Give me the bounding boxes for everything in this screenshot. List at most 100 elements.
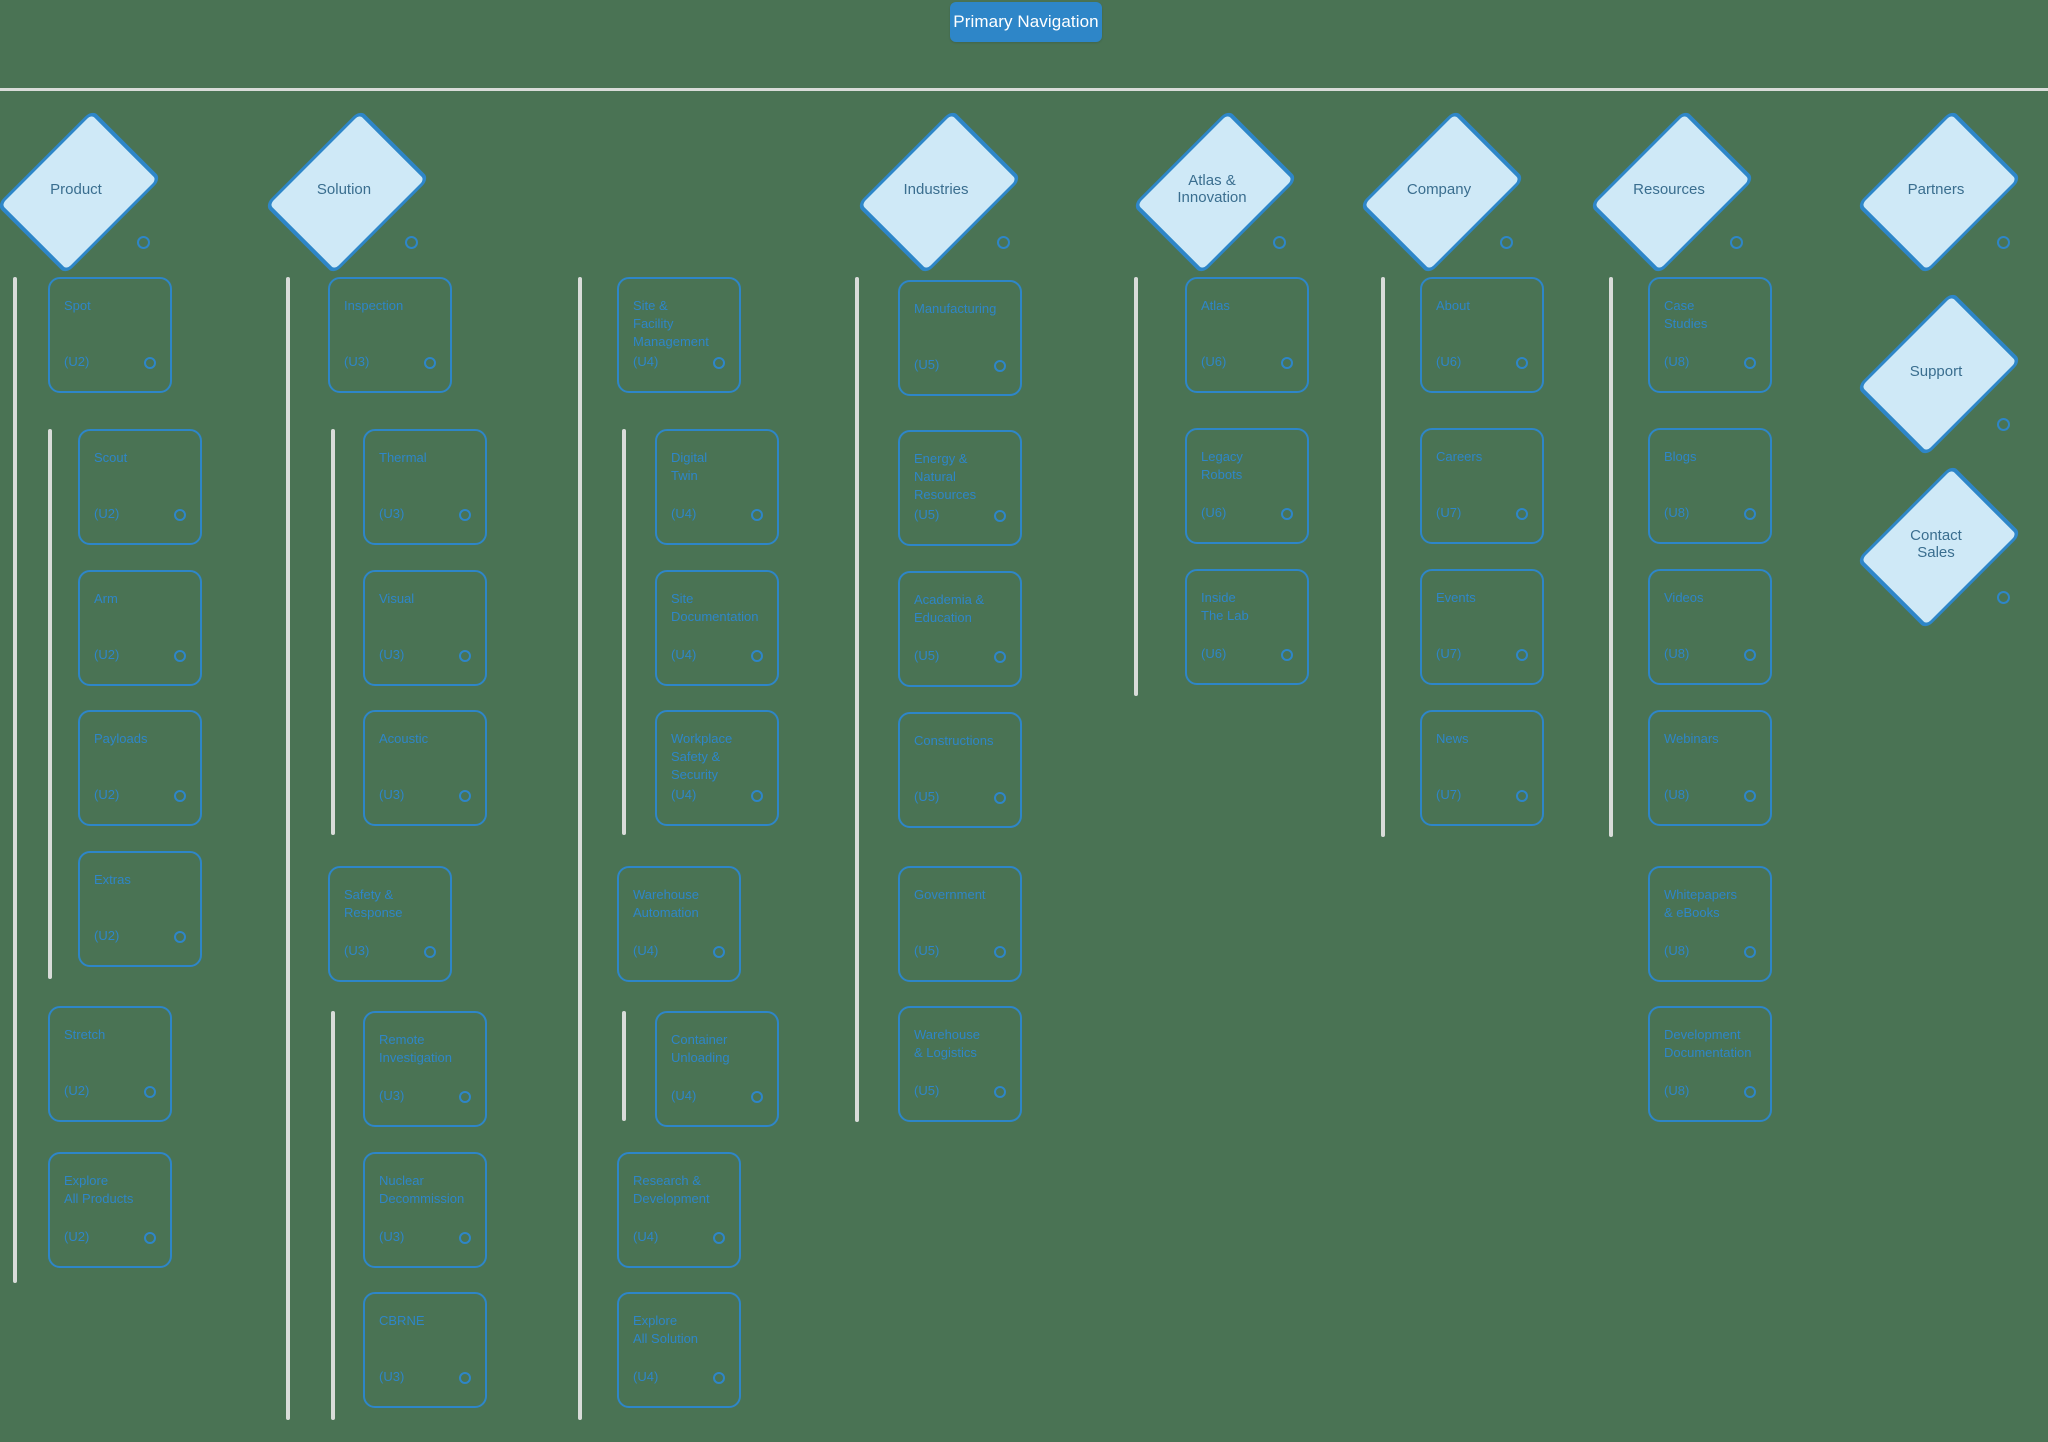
sitemap-card-visual[interactable]: Visual (U3) [363, 570, 487, 686]
sitemap-card-cbrne[interactable]: CBRNE (U3) [363, 1292, 487, 1408]
card-handle-circle-icon[interactable] [751, 1091, 763, 1103]
card-handle-circle-icon[interactable] [994, 792, 1006, 804]
sitemap-card-about[interactable]: About (U6) [1420, 277, 1544, 393]
card-handle-circle-icon[interactable] [1281, 508, 1293, 520]
card-handle-circle-icon[interactable] [459, 1372, 471, 1384]
sitemap-card-scout[interactable]: Scout (U2) [78, 429, 202, 545]
sitemap-card-workplace-safety[interactable]: Workplace Safety & Security (U4) [655, 710, 779, 826]
card-handle-circle-icon[interactable] [144, 1086, 156, 1098]
card-handle-circle-icon[interactable] [713, 946, 725, 958]
card-handle-circle-icon[interactable] [1516, 649, 1528, 661]
card-handle-circle-icon[interactable] [459, 790, 471, 802]
card-handle-circle-icon[interactable] [994, 510, 1006, 522]
card-handle-circle-icon[interactable] [144, 357, 156, 369]
sitemap-card-warehouse-auto[interactable]: Warehouse Automation (U4) [617, 866, 741, 982]
sitemap-card-academia-edu[interactable]: Academia & Education (U5) [898, 571, 1022, 687]
card-handle-circle-icon[interactable] [459, 1232, 471, 1244]
sitemap-card-nuclear-decom[interactable]: Nuclear Decommission (U3) [363, 1152, 487, 1268]
sitemap-card-whitepapers[interactable]: Whitepapers & eBooks (U8) [1648, 866, 1772, 982]
node-handle-circle-icon[interactable] [1273, 236, 1286, 249]
sitemap-card-energy-natural[interactable]: Energy & Natural Resources (U5) [898, 430, 1022, 546]
sitemap-card-spot[interactable]: Spot (U2) [48, 277, 172, 393]
nav-diamond-industries[interactable]: Industries [856, 109, 1022, 275]
card-handle-circle-icon[interactable] [1744, 649, 1756, 661]
card-handle-circle-icon[interactable] [713, 1372, 725, 1384]
nav-diamond-product[interactable]: Product [0, 109, 162, 275]
card-handle-circle-icon[interactable] [1744, 508, 1756, 520]
sitemap-card-careers[interactable]: Careers (U7) [1420, 428, 1544, 544]
sitemap-card-thermal[interactable]: Thermal (U3) [363, 429, 487, 545]
card-handle-circle-icon[interactable] [174, 931, 186, 943]
node-handle-circle-icon[interactable] [1997, 418, 2010, 431]
node-handle-circle-icon[interactable] [405, 236, 418, 249]
primary-navigation-chip[interactable]: Primary Navigation [950, 2, 1102, 42]
card-handle-circle-icon[interactable] [459, 1091, 471, 1103]
sitemap-card-explore-products[interactable]: Explore All Products (U2) [48, 1152, 172, 1268]
sitemap-card-constructions[interactable]: Constructions (U5) [898, 712, 1022, 828]
nav-diamond-solution[interactable]: Solution [264, 109, 430, 275]
card-handle-circle-icon[interactable] [1516, 790, 1528, 802]
sitemap-card-explore-solution[interactable]: Explore All Solution (U4) [617, 1292, 741, 1408]
nav-diamond-contactsales[interactable]: Contact Sales [1856, 464, 2022, 630]
card-handle-circle-icon[interactable] [1744, 946, 1756, 958]
sitemap-card-inspection[interactable]: Inspection (U3) [328, 277, 452, 393]
card-handle-circle-icon[interactable] [751, 790, 763, 802]
sitemap-card-manufacturing[interactable]: Manufacturing (U5) [898, 280, 1022, 396]
card-handle-circle-icon[interactable] [994, 946, 1006, 958]
card-handle-circle-icon[interactable] [1744, 1086, 1756, 1098]
sitemap-card-dev-doc[interactable]: Development Documentation (U8) [1648, 1006, 1772, 1122]
card-handle-circle-icon[interactable] [459, 509, 471, 521]
node-handle-circle-icon[interactable] [137, 236, 150, 249]
nav-diamond-atlas[interactable]: Atlas & Innovation [1132, 109, 1298, 275]
sitemap-card-safety-response[interactable]: Safety & Response (U3) [328, 866, 452, 982]
node-handle-circle-icon[interactable] [1997, 591, 2010, 604]
card-handle-circle-icon[interactable] [174, 650, 186, 662]
card-handle-circle-icon[interactable] [1281, 357, 1293, 369]
sitemap-card-webinars[interactable]: Webinars (U8) [1648, 710, 1772, 826]
card-handle-circle-icon[interactable] [994, 651, 1006, 663]
sitemap-card-stretch[interactable]: Stretch (U2) [48, 1006, 172, 1122]
card-handle-circle-icon[interactable] [751, 509, 763, 521]
card-handle-circle-icon[interactable] [994, 1086, 1006, 1098]
card-handle-circle-icon[interactable] [174, 790, 186, 802]
sitemap-card-government[interactable]: Government (U5) [898, 866, 1022, 982]
sitemap-card-research-dev[interactable]: Research & Development (U4) [617, 1152, 741, 1268]
sitemap-card-news[interactable]: News (U7) [1420, 710, 1544, 826]
sitemap-card-videos[interactable]: Videos (U8) [1648, 569, 1772, 685]
card-handle-circle-icon[interactable] [713, 357, 725, 369]
nav-diamond-support[interactable]: Support [1856, 291, 2022, 457]
card-handle-circle-icon[interactable] [424, 357, 436, 369]
sitemap-card-warehouse-log[interactable]: Warehouse & Logistics (U5) [898, 1006, 1022, 1122]
sitemap-card-arm[interactable]: Arm (U2) [78, 570, 202, 686]
sitemap-card-inside-lab[interactable]: Inside The Lab (U6) [1185, 569, 1309, 685]
nav-diamond-company[interactable]: Company [1359, 109, 1525, 275]
sitemap-card-case-studies[interactable]: Case Studies (U8) [1648, 277, 1772, 393]
card-handle-circle-icon[interactable] [751, 650, 763, 662]
nav-diamond-partners[interactable]: Partners [1856, 109, 2022, 275]
card-handle-circle-icon[interactable] [713, 1232, 725, 1244]
node-handle-circle-icon[interactable] [1997, 236, 2010, 249]
card-handle-circle-icon[interactable] [459, 650, 471, 662]
sitemap-card-legacy-robots[interactable]: Legacy Robots (U6) [1185, 428, 1309, 544]
sitemap-card-payloads[interactable]: Payloads (U2) [78, 710, 202, 826]
sitemap-card-blogs[interactable]: Blogs (U8) [1648, 428, 1772, 544]
sitemap-card-container-unload[interactable]: Container Unloading (U4) [655, 1011, 779, 1127]
card-handle-circle-icon[interactable] [424, 946, 436, 958]
node-handle-circle-icon[interactable] [997, 236, 1010, 249]
card-handle-circle-icon[interactable] [1516, 508, 1528, 520]
nav-diamond-resources[interactable]: Resources [1589, 109, 1755, 275]
card-handle-circle-icon[interactable] [174, 509, 186, 521]
card-handle-circle-icon[interactable] [1744, 357, 1756, 369]
card-handle-circle-icon[interactable] [1744, 790, 1756, 802]
node-handle-circle-icon[interactable] [1730, 236, 1743, 249]
sitemap-card-remote-invest[interactable]: Remote Investigation (U3) [363, 1011, 487, 1127]
sitemap-card-digital-twin[interactable]: Digital Twin (U4) [655, 429, 779, 545]
node-handle-circle-icon[interactable] [1500, 236, 1513, 249]
sitemap-card-atlas-card[interactable]: Atlas (U6) [1185, 277, 1309, 393]
sitemap-card-extras[interactable]: Extras (U2) [78, 851, 202, 967]
sitemap-card-events[interactable]: Events (U7) [1420, 569, 1544, 685]
card-handle-circle-icon[interactable] [1516, 357, 1528, 369]
card-handle-circle-icon[interactable] [1281, 649, 1293, 661]
sitemap-card-site-doc[interactable]: Site Documentation (U4) [655, 570, 779, 686]
card-handle-circle-icon[interactable] [144, 1232, 156, 1244]
